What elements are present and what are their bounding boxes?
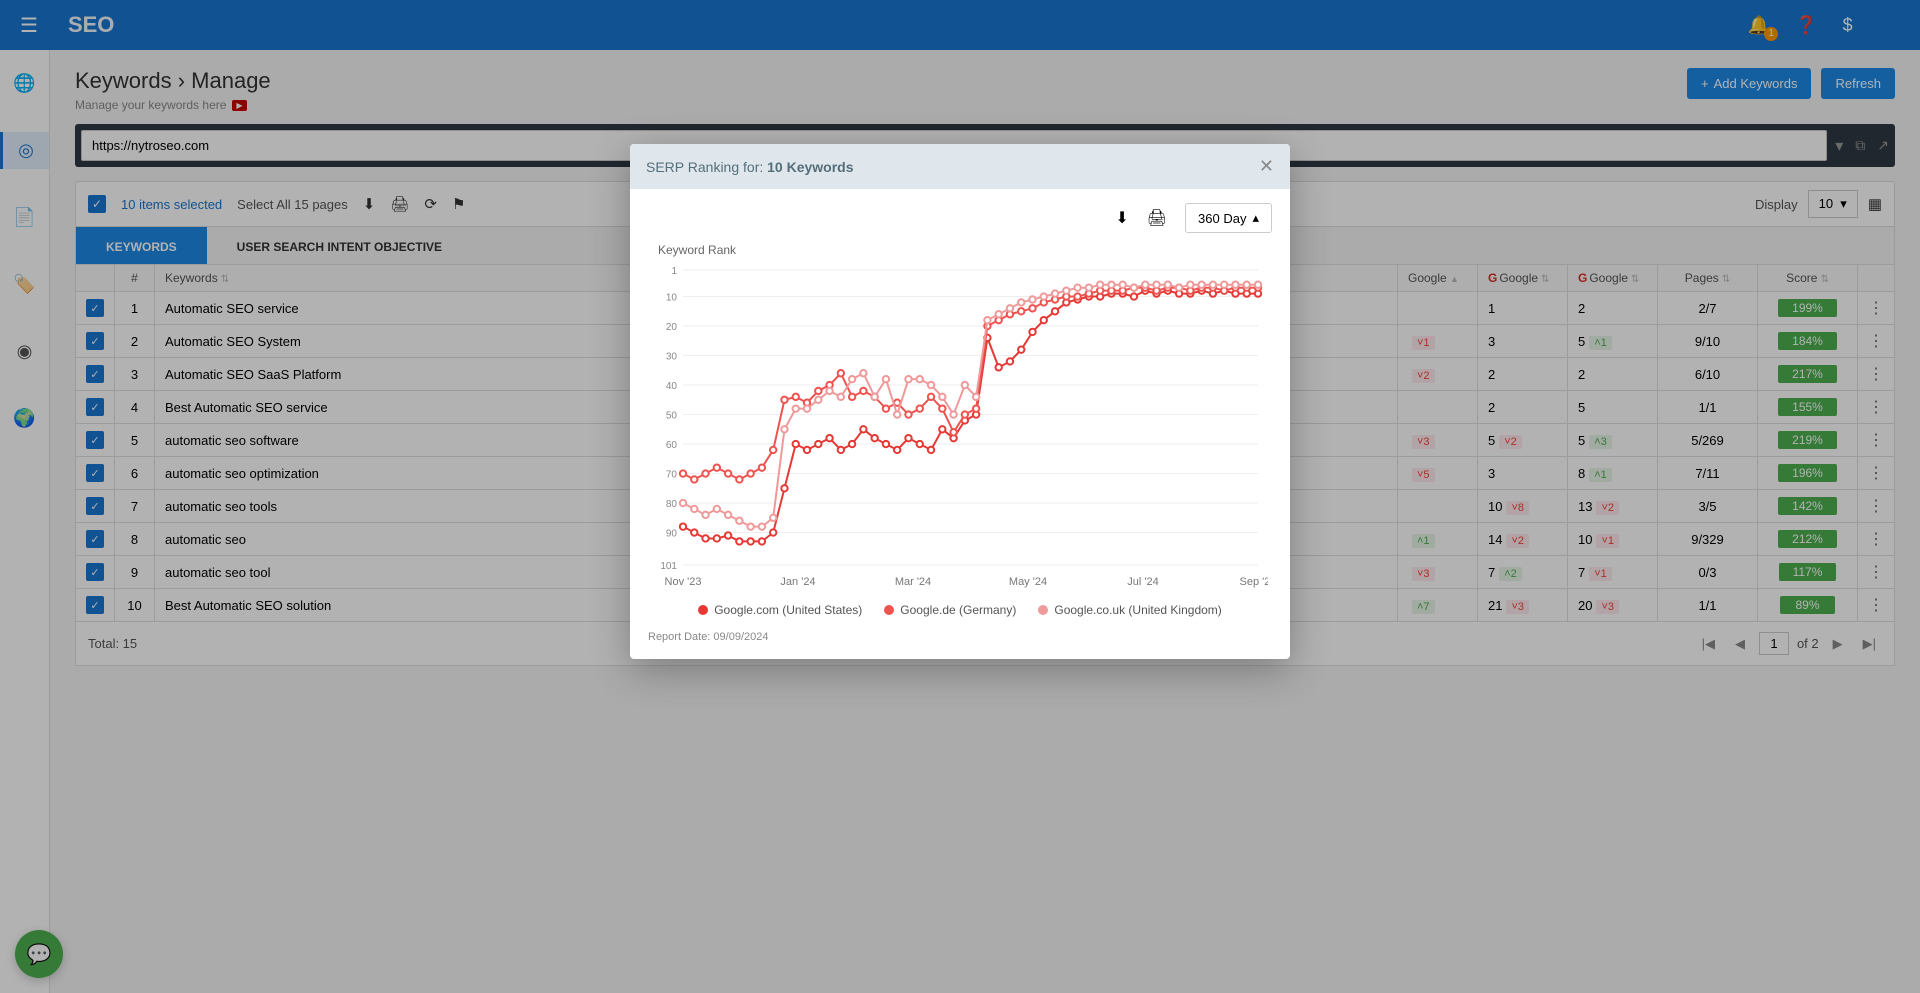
svg-text:60: 60 xyxy=(666,440,678,451)
svg-text:Jan '24: Jan '24 xyxy=(780,576,815,588)
svg-text:90: 90 xyxy=(666,529,678,540)
svg-text:Nov '23: Nov '23 xyxy=(665,576,702,588)
modal-close-button[interactable]: ✕ xyxy=(1259,156,1274,177)
legend-item[interactable]: Google.co.uk (United Kingdom) xyxy=(1038,603,1221,617)
svg-text:Sep '24: Sep '24 xyxy=(1240,576,1268,588)
serp-ranking-modal: SERP Ranking for: 10 Keywords ✕ ⬇ 🖨 360 … xyxy=(630,144,1290,659)
modal-header: SERP Ranking for: 10 Keywords ✕ xyxy=(630,144,1290,189)
modal-title: SERP Ranking for: 10 Keywords xyxy=(646,159,854,175)
chart-title: Keyword Rank xyxy=(658,243,1272,257)
svg-text:Mar '24: Mar '24 xyxy=(895,576,931,588)
report-date: Report Date: 09/09/2024 xyxy=(648,631,1272,643)
chart-legend: Google.com (United States) Google.de (Ger… xyxy=(648,603,1272,617)
svg-text:101: 101 xyxy=(660,561,677,572)
svg-text:70: 70 xyxy=(666,470,678,481)
svg-text:10: 10 xyxy=(666,293,678,304)
svg-text:50: 50 xyxy=(666,411,678,422)
svg-text:80: 80 xyxy=(666,499,678,510)
svg-text:Jul '24: Jul '24 xyxy=(1127,576,1158,588)
legend-item[interactable]: Google.de (Germany) xyxy=(884,603,1016,617)
svg-text:May '24: May '24 xyxy=(1009,576,1047,588)
modal-download-icon[interactable]: ⬇ xyxy=(1115,208,1128,228)
range-select[interactable]: 360 Day▴ xyxy=(1185,203,1272,233)
modal-overlay[interactable]: SERP Ranking for: 10 Keywords ✕ ⬇ 🖨 360 … xyxy=(0,0,1920,993)
legend-item[interactable]: Google.com (United States) xyxy=(698,603,862,617)
svg-text:40: 40 xyxy=(666,381,678,392)
svg-text:30: 30 xyxy=(666,352,678,363)
rank-chart: 1 10 20 30 40 50 60 70 80 90 101 Nov '23 Jan '24 Mar … xyxy=(648,265,1268,595)
modal-toolbar: ⬇ 🖨 360 Day▴ xyxy=(648,203,1272,233)
svg-text:20: 20 xyxy=(666,322,678,333)
modal-print-icon[interactable]: 🖨 xyxy=(1147,208,1167,228)
chart-area: 1 10 20 30 40 50 60 70 80 90 101 Nov '23 Jan '24 Mar … xyxy=(648,265,1272,595)
svg-text:1: 1 xyxy=(671,266,677,277)
